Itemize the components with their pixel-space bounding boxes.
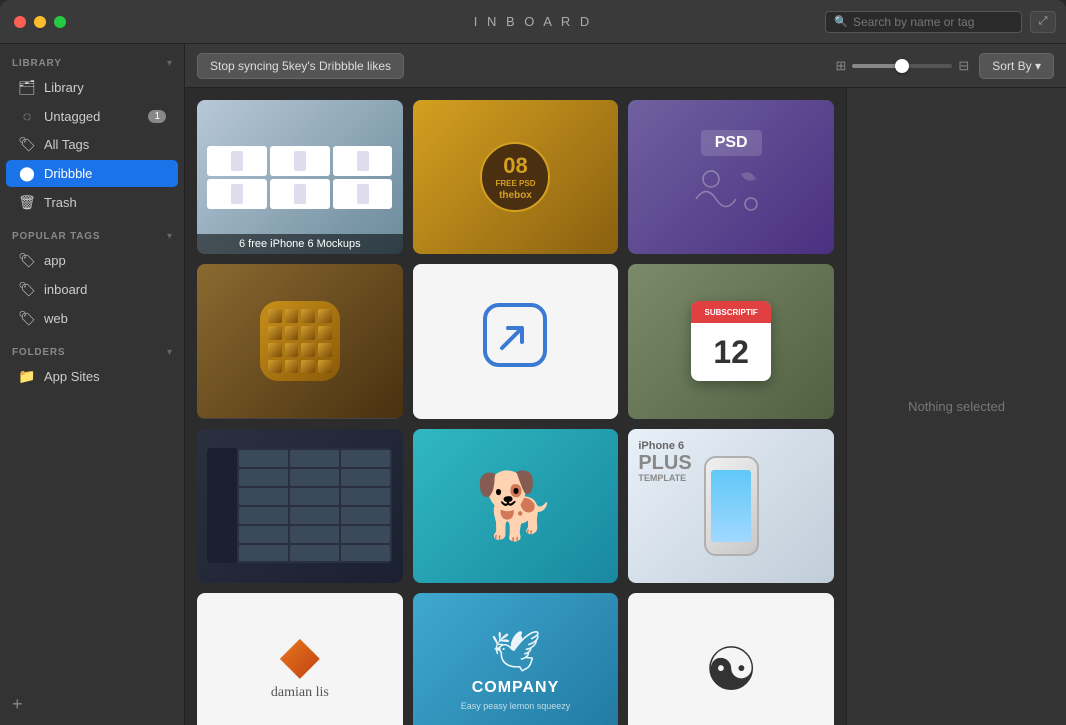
library-section-arrow: ▾ (167, 58, 172, 69)
sidebar-item-library-label: Library (44, 80, 84, 95)
grid-item-dog[interactable]: 🐕 (413, 429, 619, 583)
sidebar-folder-appsites[interactable]: 📁 App Sites (6, 363, 178, 390)
tag-inboard-icon: 🏷 (18, 281, 36, 298)
popular-tags-arrow: ▾ (167, 231, 172, 242)
folder-appsites-icon: 📁 (18, 368, 36, 385)
library-icon: 🗂 (18, 79, 36, 96)
tag-web-icon: 🏷 (18, 310, 36, 327)
sidebar: LIBRARY ▾ 🗂 Library ◌ Untagged 1 🏷 All T… (0, 44, 185, 725)
library-section-label: LIBRARY (12, 58, 62, 69)
content-area: Stop syncing 5key's Dribbble likes ⊞ ⊟ S… (185, 44, 1066, 725)
folders-section-arrow: ▾ (167, 347, 172, 358)
titlebar: I N B O A R D 🔍 ⤢ (0, 0, 1066, 44)
popular-tags-label: POPULAR TAGS (12, 231, 100, 242)
search-input[interactable] (853, 15, 1013, 29)
damian-logo: damian lis (271, 639, 329, 701)
add-folder-button[interactable]: + (12, 694, 23, 714)
untagged-badge: 1 (148, 110, 166, 123)
untagged-icon: ◌ (18, 108, 36, 124)
dribbble-icon: ⬤ (18, 165, 36, 182)
folders-section-header: FOLDERS ▾ (0, 341, 184, 362)
grid-item-label: 6 free iPhone 6 Mockups (197, 234, 403, 254)
expand-button[interactable]: ⤢ (1030, 11, 1056, 33)
grid-item-yinyang[interactable]: ☯ (628, 593, 834, 725)
sidebar-tag-web-label: web (44, 311, 68, 326)
toolbar: Stop syncing 5key's Dribbble likes ⊞ ⊟ S… (185, 44, 1066, 88)
sidebar-bottom: + (0, 684, 184, 725)
grid-view-icon[interactable]: ⊞ (835, 58, 846, 74)
maximize-button[interactable] (54, 16, 66, 28)
folders-section-label: FOLDERS (12, 347, 65, 358)
list-view-icon[interactable]: ⊟ (958, 58, 969, 74)
app-body: LIBRARY ▾ 🗂 Library ◌ Untagged 1 🏷 All T… (0, 44, 1066, 725)
company-logo: 🕊 COMPANY Easy peasy lemon squeezy (461, 628, 571, 711)
grid-item-thebox[interactable]: 08 FREE PSD thebox (413, 100, 619, 254)
size-slider[interactable] (852, 64, 952, 68)
tag-app-icon: 🏷 (18, 252, 36, 269)
detail-panel: Nothing selected (846, 88, 1066, 725)
sidebar-item-dribbble[interactable]: ⬤ Dribbble (6, 160, 178, 187)
dog-illustration: 🐕 (475, 468, 556, 544)
grid-item-damianlis[interactable]: damian lis (197, 593, 403, 725)
grid-item-iphone6plus[interactable]: iPhone 6 PLUS TEMPLATE (628, 429, 834, 583)
window-controls (14, 16, 66, 28)
grid-item-calendar[interactable]: SUBSCRIPTIF 12 (628, 264, 834, 418)
popular-tags-section-header: POPULAR TAGS ▾ (0, 225, 184, 246)
sidebar-item-untagged-label: Untagged (44, 109, 100, 124)
alltags-icon: 🏷 (18, 136, 36, 153)
sidebar-item-trash[interactable]: 🗑 Trash (6, 189, 178, 216)
minimize-button[interactable] (34, 16, 46, 28)
sidebar-item-all-tags[interactable]: 🏷 All Tags (6, 131, 178, 158)
grid-item-arrow[interactable] (413, 264, 619, 418)
sidebar-tag-web[interactable]: 🏷 web (6, 305, 178, 332)
view-controls: ⊞ ⊟ (835, 58, 969, 74)
grid-item-waffle[interactable] (197, 264, 403, 418)
search-box[interactable]: 🔍 (825, 11, 1022, 33)
library-section-header: LIBRARY ▾ (0, 52, 184, 73)
grid-panel: 6 free iPhone 6 Mockups 08 FREE PSD theb… (185, 88, 846, 725)
grid-item-inboard-screen[interactable] (197, 429, 403, 583)
sidebar-item-alltags-label: All Tags (44, 137, 89, 152)
grid-item-patterns[interactable]: PSD (628, 100, 834, 254)
sidebar-item-untagged[interactable]: ◌ Untagged 1 (6, 103, 178, 129)
grid-item-company[interactable]: 🕊 COMPANY Easy peasy lemon squeezy (413, 593, 619, 725)
nothing-selected-label: Nothing selected (908, 399, 1005, 414)
grid-item-iphone-mockups[interactable]: 6 free iPhone 6 Mockups (197, 100, 403, 254)
close-button[interactable] (14, 16, 26, 28)
sidebar-folder-appsites-label: App Sites (44, 369, 100, 384)
image-grid: 6 free iPhone 6 Mockups 08 FREE PSD theb… (197, 100, 834, 725)
main-split: 6 free iPhone 6 Mockups 08 FREE PSD theb… (185, 88, 1066, 725)
yinyang-symbol: ☯ (704, 635, 758, 705)
sidebar-item-trash-label: Trash (44, 195, 77, 210)
sync-button[interactable]: Stop syncing 5key's Dribbble likes (197, 53, 404, 79)
sidebar-tag-inboard-label: inboard (44, 282, 87, 297)
app-title: I N B O A R D (474, 14, 592, 29)
sidebar-tag-app[interactable]: 🏷 app (6, 247, 178, 274)
sort-button[interactable]: Sort By ▾ (979, 53, 1054, 79)
arrow-icon (480, 300, 550, 382)
search-icon: 🔍 (834, 15, 848, 28)
sidebar-item-library[interactable]: 🗂 Library (6, 74, 178, 101)
sidebar-item-dribbble-label: Dribbble (44, 166, 92, 181)
sidebar-tag-app-label: app (44, 253, 66, 268)
sidebar-tag-inboard[interactable]: 🏷 inboard (6, 276, 178, 303)
trash-icon: 🗑 (18, 194, 36, 211)
